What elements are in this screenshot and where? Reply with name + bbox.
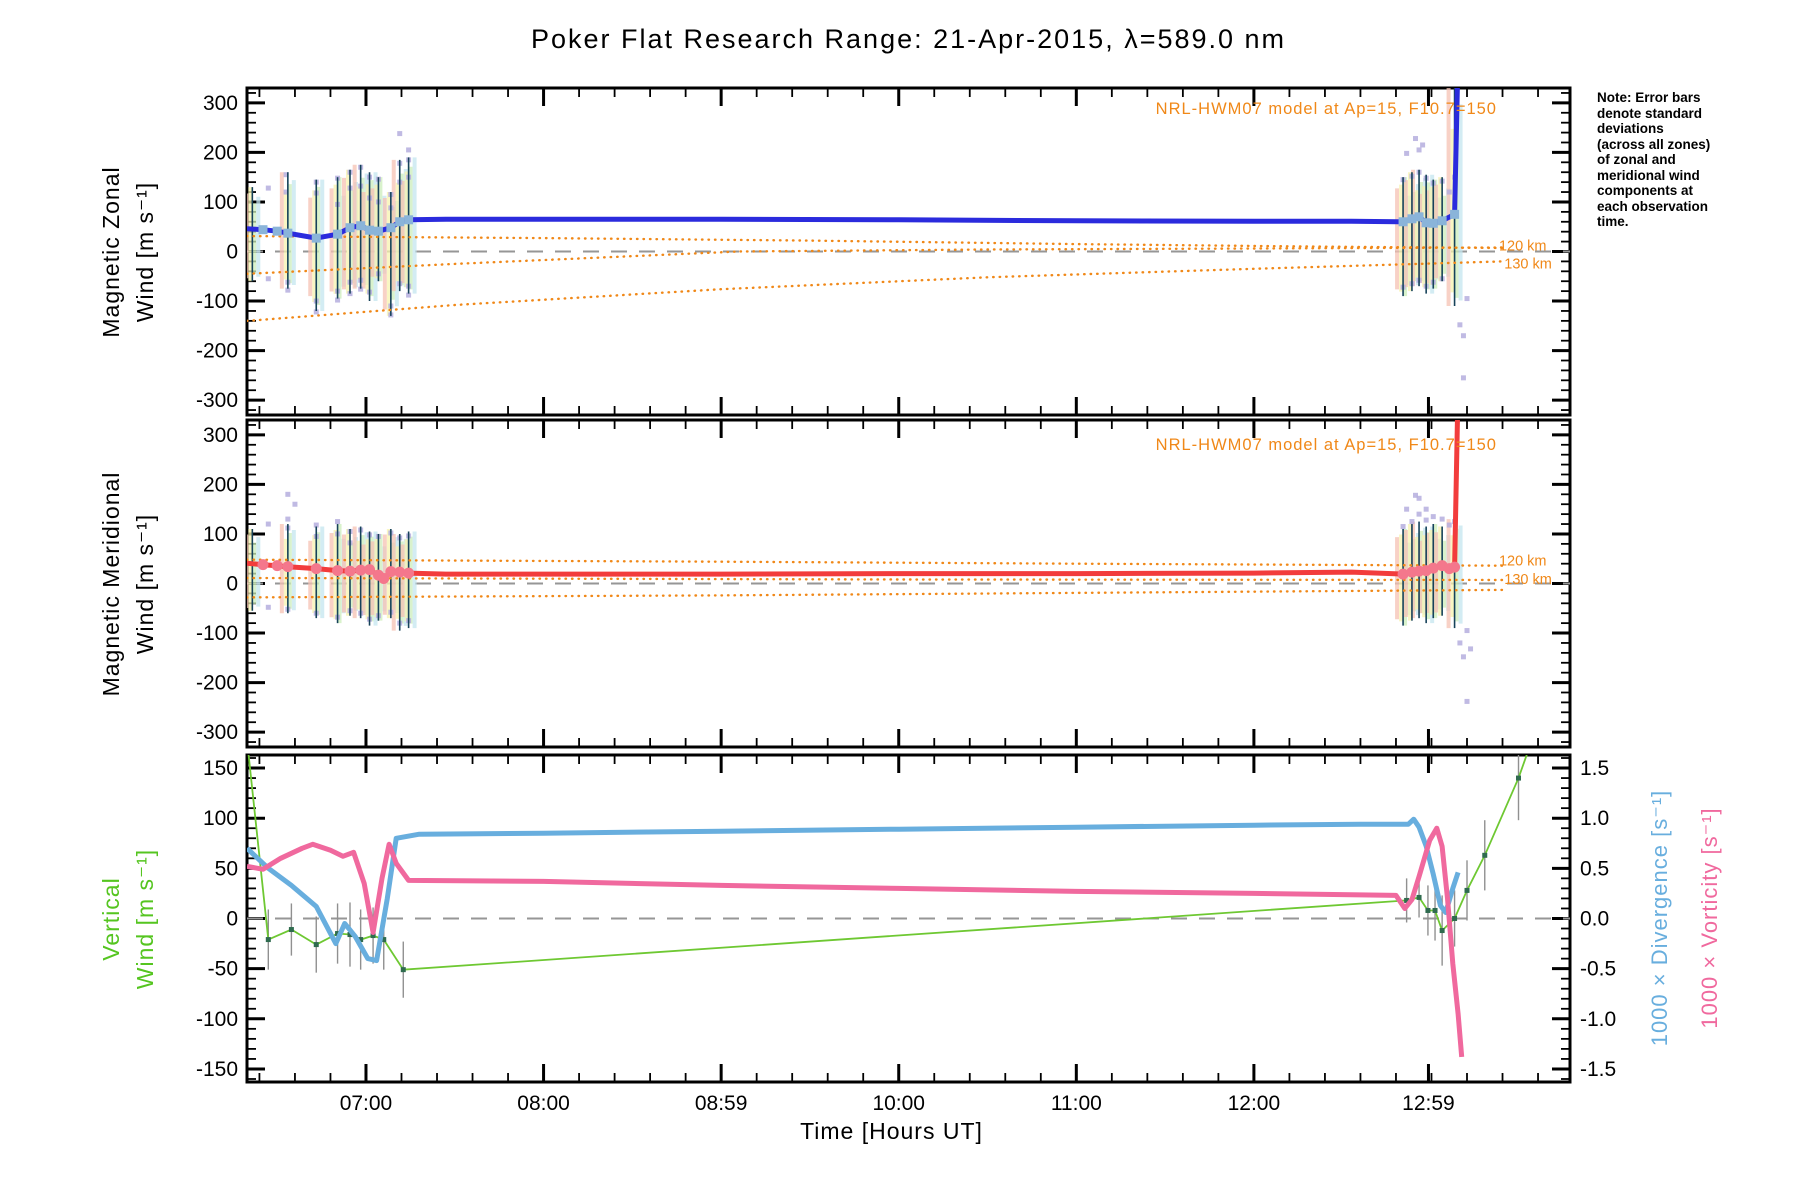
x-tick-label: 07:00 [340, 1092, 393, 1115]
y-tick-label-meridional: -100 [196, 622, 238, 645]
error-bars [251, 88, 1456, 316]
y-tick-label-zonal: -100 [196, 290, 238, 313]
y-tick-label-vertical: 100 [203, 807, 238, 830]
screenshot-root: 120 km 130 km 120 km 130 km 07:00 08:00 08:59 1… [0, 0, 1800, 1200]
model-curves [247, 558, 1504, 599]
model-altitude-label: 120 km [1499, 239, 1547, 255]
y-axis-title-divergence: 1000 × Divergence [s⁻¹] [1647, 789, 1672, 1047]
note-line: deviations [1597, 121, 1664, 136]
y-axis-title-vorticity: 1000 × Vorticity [s⁻¹] [1697, 807, 1722, 1029]
y-tick-label-meridional: -200 [196, 672, 238, 695]
y-axis-title-vertical-line1: Vertical [98, 877, 124, 961]
vertical-wind-error-bars [267, 755, 1520, 998]
y-tick-label-right: -0.5 [1580, 958, 1616, 981]
x-tick-label: 12:00 [1228, 1092, 1281, 1115]
note-line: (across all zones) [1597, 136, 1711, 152]
y-tick-label-zonal: 0 [226, 241, 238, 264]
y-tick-label-right: 0.0 [1580, 908, 1609, 931]
note-line: time. [1597, 214, 1629, 229]
note-line: of zonal and [1597, 152, 1676, 167]
zone-scatter-points [265, 491, 1474, 704]
note-line: denote standard [1597, 105, 1703, 121]
note-line: components at [1597, 183, 1694, 198]
y-tick-label-right: 1.5 [1580, 757, 1609, 780]
y-tick-label-zonal: 200 [203, 141, 238, 164]
x-tick-label: 08:00 [517, 1092, 570, 1115]
y-tick-label-right: -1.0 [1580, 1008, 1616, 1031]
model-caption-meridional: NRL-HWM07 model at Ap=15, F10.7=150 [1155, 436, 1497, 454]
note-line: meridional wind [1597, 167, 1700, 183]
note-line: Note: Error bars [1597, 90, 1701, 105]
note-text: Note: Error bars denote standard deviati… [1597, 90, 1747, 230]
model-altitude-label: 120 km [1499, 554, 1547, 570]
x-tick-label: 10:00 [872, 1092, 925, 1115]
y-tick-label-vertical: -150 [196, 1058, 238, 1081]
model-altitude-label: 130 km [1504, 572, 1552, 588]
panel-vertical-wind-divergence-vorticity [247, 755, 1528, 1058]
y-tick-label-meridional: -300 [196, 721, 238, 744]
vertical-wind-markers [265, 775, 1522, 973]
y-tick-label-right: -1.5 [1580, 1058, 1616, 1081]
y-tick-label-meridional: 200 [203, 473, 238, 496]
note-line: each observation [1597, 198, 1709, 214]
y-tick-label-vertical: -100 [196, 1008, 238, 1031]
y-tick-label-zonal: 300 [203, 92, 238, 115]
y-tick-label-meridional: 300 [203, 424, 238, 447]
y-tick-label-zonal: -200 [196, 340, 238, 363]
y-tick-label-vertical: 150 [203, 757, 238, 780]
x-tick-label: 08:59 [695, 1092, 748, 1115]
y-axis-title-vertical-line2: Wind [m s⁻¹] [132, 848, 158, 990]
chart-svg: 120 km130 km120 km130 km07:00 08:00 08:59 1… [196, 86, 1616, 1115]
y-tick-label-zonal: -300 [196, 389, 238, 412]
vertical-wind-line [247, 755, 1528, 971]
y-tick-label-meridional: 100 [203, 523, 238, 546]
chart-title: Poker Flat Research Range: 21-Apr-2015, … [530, 24, 1287, 54]
error-bands [247, 88, 1463, 316]
y-tick-label-right: 1.0 [1580, 807, 1609, 830]
y-tick-label-right: 0.5 [1580, 857, 1609, 880]
vorticity-line [247, 825, 1465, 1058]
y-tick-label-vertical: 0 [226, 908, 238, 931]
magnetic-zonal-wind-markers [258, 209, 1460, 243]
y-tick-label-zonal: 100 [203, 191, 238, 214]
magnetic-zonal-wind-line [247, 88, 1460, 241]
y-axis-title-vertical: Vertical Wind [m s⁻¹] [94, 709, 162, 1129]
y-tick-label-meridional: 0 [226, 573, 238, 596]
panel-frames [245, 86, 1572, 1084]
model-altitude-label: 130 km [1504, 256, 1552, 272]
model-curves [247, 234, 1504, 323]
x-tick-label: 12:59 [1402, 1092, 1455, 1115]
y-tick-label-vertical: -50 [208, 958, 238, 981]
x-tick-label: 11:00 [1051, 1092, 1102, 1115]
zone-scatter-points [265, 131, 1470, 381]
y-tick-label-vertical: 50 [215, 857, 238, 880]
model-caption-zonal: NRL-HWM07 model at Ap=15, F10.7=150 [1155, 100, 1497, 118]
x-axis-title: Time [Hours UT] [800, 1118, 983, 1144]
